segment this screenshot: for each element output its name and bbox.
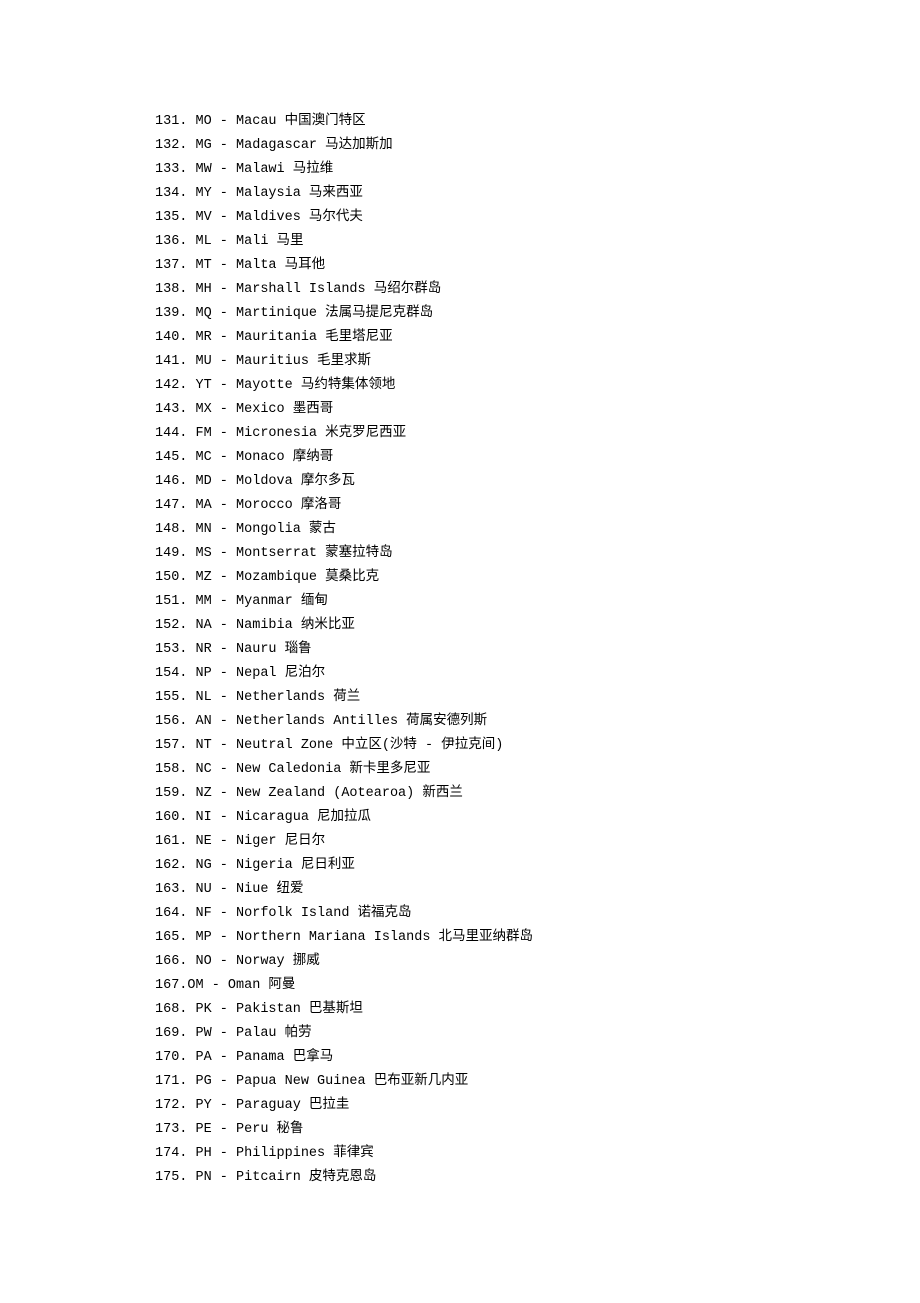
list-item: 150. MZ - Mozambique 莫桑比克 <box>155 566 920 590</box>
list-item: 145. MC - Monaco 摩纳哥 <box>155 446 920 470</box>
list-item: 154. NP - Nepal 尼泊尔 <box>155 662 920 686</box>
list-item: 166. NO - Norway 挪威 <box>155 950 920 974</box>
list-item: 131. MO - Macau 中国澳门特区 <box>155 110 920 134</box>
list-item: 162. NG - Nigeria 尼日利亚 <box>155 854 920 878</box>
list-item: 146. MD - Moldova 摩尔多瓦 <box>155 470 920 494</box>
list-item: 141. MU - Mauritius 毛里求斯 <box>155 350 920 374</box>
list-item: 170. PA - Panama 巴拿马 <box>155 1046 920 1070</box>
list-item: 155. NL - Netherlands 荷兰 <box>155 686 920 710</box>
list-item: 139. MQ - Martinique 法属马提尼克群岛 <box>155 302 920 326</box>
list-item: 137. MT - Malta 马耳他 <box>155 254 920 278</box>
country-code-list: 131. MO - Macau 中国澳门特区132. MG - Madagasc… <box>0 0 920 1190</box>
list-item: 167.OM - Oman 阿曼 <box>155 974 920 998</box>
list-item: 144. FM - Micronesia 米克罗尼西亚 <box>155 422 920 446</box>
list-item: 173. PE - Peru 秘鲁 <box>155 1118 920 1142</box>
list-item: 160. NI - Nicaragua 尼加拉瓜 <box>155 806 920 830</box>
list-item: 161. NE - Niger 尼日尔 <box>155 830 920 854</box>
list-item: 136. ML - Mali 马里 <box>155 230 920 254</box>
list-item: 175. PN - Pitcairn 皮特克恩岛 <box>155 1166 920 1190</box>
list-item: 142. YT - Mayotte 马约特集体领地 <box>155 374 920 398</box>
list-item: 132. MG - Madagascar 马达加斯加 <box>155 134 920 158</box>
list-item: 133. MW - Malawi 马拉维 <box>155 158 920 182</box>
list-item: 164. NF - Norfolk Island 诺福克岛 <box>155 902 920 926</box>
list-item: 134. MY - Malaysia 马来西亚 <box>155 182 920 206</box>
list-item: 143. MX - Mexico 墨西哥 <box>155 398 920 422</box>
list-item: 159. NZ - New Zealand (Aotearoa) 新西兰 <box>155 782 920 806</box>
list-item: 149. MS - Montserrat 蒙塞拉特岛 <box>155 542 920 566</box>
list-item: 140. MR - Mauritania 毛里塔尼亚 <box>155 326 920 350</box>
list-item: 152. NA - Namibia 纳米比亚 <box>155 614 920 638</box>
list-item: 169. PW - Palau 帕劳 <box>155 1022 920 1046</box>
list-item: 174. PH - Philippines 菲律宾 <box>155 1142 920 1166</box>
list-item: 138. MH - Marshall Islands 马绍尔群岛 <box>155 278 920 302</box>
list-item: 151. MM - Myanmar 缅甸 <box>155 590 920 614</box>
list-item: 158. NC - New Caledonia 新卡里多尼亚 <box>155 758 920 782</box>
list-item: 147. MA - Morocco 摩洛哥 <box>155 494 920 518</box>
list-item: 163. NU - Niue 纽爱 <box>155 878 920 902</box>
list-item: 157. NT - Neutral Zone 中立区(沙特 - 伊拉克间) <box>155 734 920 758</box>
list-item: 156. AN - Netherlands Antilles 荷属安德列斯 <box>155 710 920 734</box>
list-item: 135. MV - Maldives 马尔代夫 <box>155 206 920 230</box>
list-item: 171. PG - Papua New Guinea 巴布亚新几内亚 <box>155 1070 920 1094</box>
list-item: 148. MN - Mongolia 蒙古 <box>155 518 920 542</box>
list-item: 165. MP - Northern Mariana Islands 北马里亚纳… <box>155 926 920 950</box>
list-item: 153. NR - Nauru 瑙鲁 <box>155 638 920 662</box>
list-item: 168. PK - Pakistan 巴基斯坦 <box>155 998 920 1022</box>
list-item: 172. PY - Paraguay 巴拉圭 <box>155 1094 920 1118</box>
